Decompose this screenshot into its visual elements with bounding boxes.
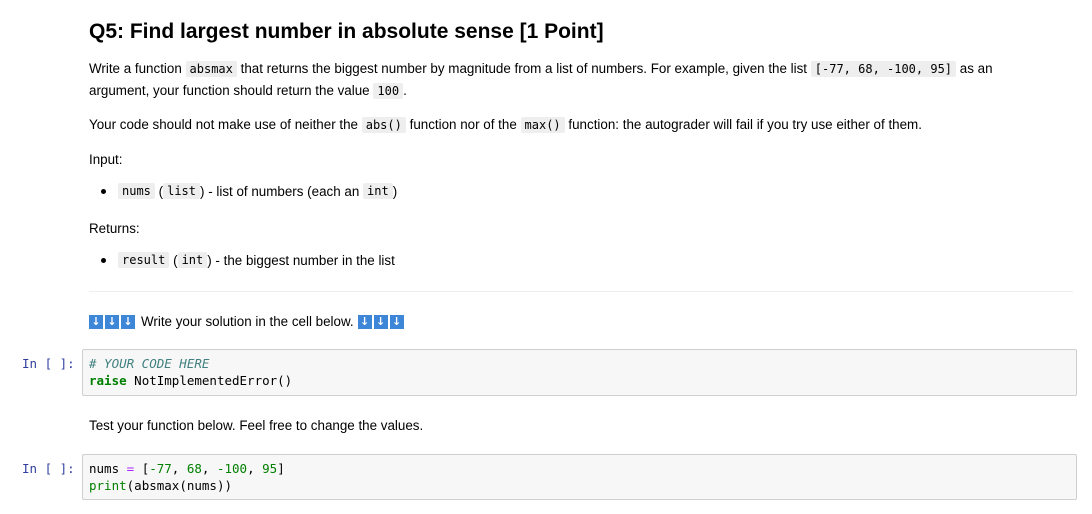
code-cell-solution[interactable]: # YOUR CODE HERE raise NotImplementedErr… [82,349,1077,396]
inline-code: int [363,183,393,199]
bullet-icon [101,257,106,263]
text-span: that returns the biggest number by magni… [240,61,808,76]
divider [89,291,1073,292]
instruction-text: Write your solution in the cell below. [141,314,354,329]
code-builtin: print [89,478,127,493]
down-arrow-icon: ↓ [373,314,388,329]
text-span: ( [173,252,178,268]
text-span: Your code should not make use of neither… [89,117,358,132]
text-span: ) - the biggest number in the list [207,252,395,268]
code-operator: = [119,461,142,476]
list-item: result ( int ) - the biggest number in t… [89,252,1074,268]
code-text: ] [277,461,285,476]
inline-code: [-77, 68, -100, 95] [810,61,957,77]
description-paragraph: Write a function absmax that returns the… [89,58,1074,102]
inline-code: max() [520,117,565,133]
returns-section: Returns: [89,218,1074,239]
question-header: Q5: Find largest number in absolute sens… [89,19,1074,45]
code-keyword: raise [89,373,127,388]
text-span: ) - list of numbers (each an [200,183,360,199]
input-list: nums ( list ) - list of numbers (each an… [89,183,1074,199]
code-line: # YOUR CODE HERE [89,355,1070,372]
cell-prompt: In [ ]: [22,356,75,371]
down-arrow-icon: ↓ [105,314,119,329]
inline-code: list [163,183,201,199]
down-arrow-icon: ↓ [121,314,135,329]
code-line: print(absmax(nums)) [89,477,1070,494]
code-cell-test[interactable]: nums = [-77, 68, -100, 95] print(absmax(… [82,454,1077,500]
returns-list: result ( int ) - the biggest number in t… [89,252,1074,268]
code-number: 68 [186,461,202,476]
down-arrow-icon: ↓ [89,314,103,329]
code-line: raise NotImplementedError() [89,372,1070,389]
returns-label: Returns: [89,221,140,236]
code-number: -77 [149,461,172,476]
list-item: nums ( list ) - list of numbers (each an… [89,183,1074,199]
text-span: ) [392,183,398,199]
inline-code: absmax [185,61,237,77]
inline-code: int [177,252,208,268]
text-span: as an [959,61,993,76]
test-text: Test your function below. Feel free to c… [89,418,424,433]
restriction-paragraph: Your code should not make use of neither… [89,114,1074,136]
code-text: NotImplementedError() [126,373,293,388]
input-section: Input: [89,149,1074,170]
code-number: -100 [216,461,248,476]
inline-code: result [118,252,170,268]
code-variable: nums [89,461,120,476]
text-span: . [403,83,407,98]
input-label: Input: [89,152,123,167]
inline-code: 100 [373,83,404,99]
text-span: function: the autograder will fail if yo… [568,117,922,132]
inline-code: abs() [361,117,406,133]
code-number: 95 [262,461,278,476]
cell-prompt: In [ ]: [22,461,75,476]
text-span: Write a function [89,61,182,76]
down-arrow-icon: ↓ [357,314,372,329]
bullet-icon [101,188,106,194]
code-text: (absmax(nums)) [126,478,232,493]
code-comment: # YOUR CODE HERE [89,356,210,371]
code-line: nums = [-77, 68, -100, 95] [89,461,285,476]
test-instruction: Test your function below. Feel free to c… [89,415,1074,436]
down-arrow-icon: ↓ [389,314,404,329]
inline-code: nums [118,183,155,199]
text-span: function nor of the [409,117,517,132]
question-title: Q5: Find largest number in absolute sens… [89,20,604,43]
text-span: argument, your function should return th… [89,83,370,98]
instruction-row: ↓ ↓ ↓ Write your solution in the cell be… [89,311,1074,332]
